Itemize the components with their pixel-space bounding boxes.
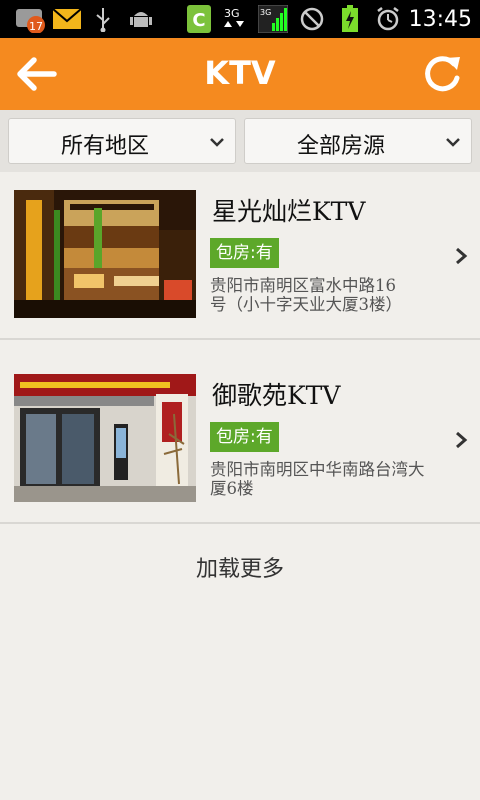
mail-icon (52, 5, 82, 33)
app-header: KTV (0, 38, 480, 110)
refresh-button[interactable] (420, 52, 466, 96)
list-item[interactable]: 御歌苑KTV 包房:有 贵阳市南明区中华南路台湾大厦6楼 (0, 356, 480, 524)
chevron-right-icon (456, 247, 468, 265)
signal-icon: 3G (258, 5, 288, 33)
no-sound-icon (298, 5, 326, 33)
alarm-icon (374, 5, 402, 33)
chevron-right-icon (456, 431, 468, 449)
ktv-name: 星光灿烂KTV (212, 197, 366, 226)
region-filter-dropdown[interactable]: 所有地区 (8, 118, 236, 164)
room-status-badge: 包房:有 (210, 422, 279, 452)
usb-icon (92, 5, 114, 33)
gmail-icon: 17 (14, 5, 48, 33)
ktv-photo (14, 190, 196, 318)
filter-bar: 所有地区 全部房源 (0, 110, 480, 172)
room-filter-label: 全部房源 (296, 134, 385, 159)
list-item[interactable]: 星光灿烂KTV 包房:有 贵阳市南明区富水中路16号（小十字天业大厦3楼） (0, 172, 480, 340)
android-icon (128, 5, 154, 33)
refresh-icon (425, 56, 460, 92)
room-status-badge: 包房:有 (210, 238, 279, 268)
region-filter-label: 所有地区 (60, 134, 149, 159)
svg-text:C: C (192, 10, 205, 31)
load-more-button[interactable]: 加载更多 (0, 551, 480, 583)
svg-text:3G: 3G (260, 8, 271, 17)
status-time: 13:45 (408, 7, 472, 32)
ktv-photo (14, 374, 196, 502)
ktv-address: 贵阳市南明区中华南路台湾大厦6楼 (210, 460, 425, 498)
svg-text:3G: 3G (224, 7, 240, 20)
3g-icon: 3G (222, 5, 248, 33)
page-title: KTV (204, 54, 276, 92)
battery-icon (338, 5, 362, 33)
notification-count: 17 (29, 20, 43, 33)
room-filter-dropdown[interactable]: 全部房源 (244, 118, 472, 164)
status-bar: 17 C 3G 3G 13:45 (0, 0, 480, 38)
chevron-down-icon (446, 138, 460, 147)
ktv-address: 贵阳市南明区富水中路16号（小十字天业大厦3楼） (210, 276, 402, 314)
chevron-down-icon (210, 138, 224, 147)
c-app-icon: C (186, 5, 212, 33)
ktv-name: 御歌苑KTV (212, 381, 341, 410)
